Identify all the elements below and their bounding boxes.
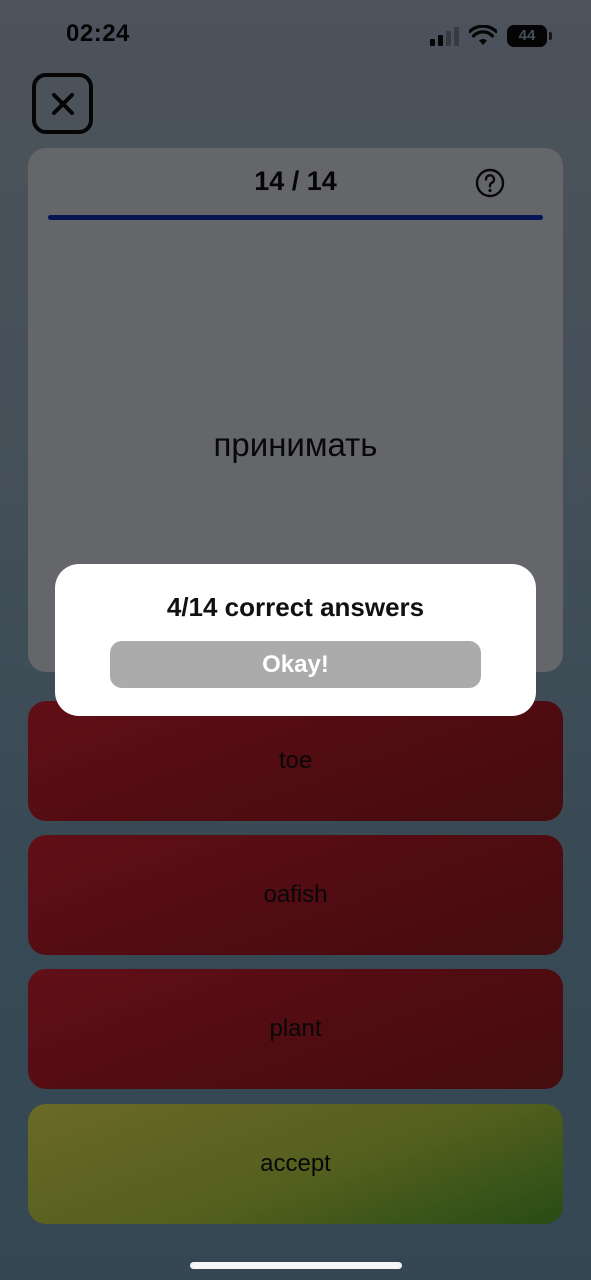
results-dialog: 4/14 correct answers Okay! [55,564,536,716]
results-title: 4/14 correct answers [166,592,425,622]
okay-button[interactable]: Okay! [110,641,481,688]
home-indicator[interactable] [190,1262,402,1269]
